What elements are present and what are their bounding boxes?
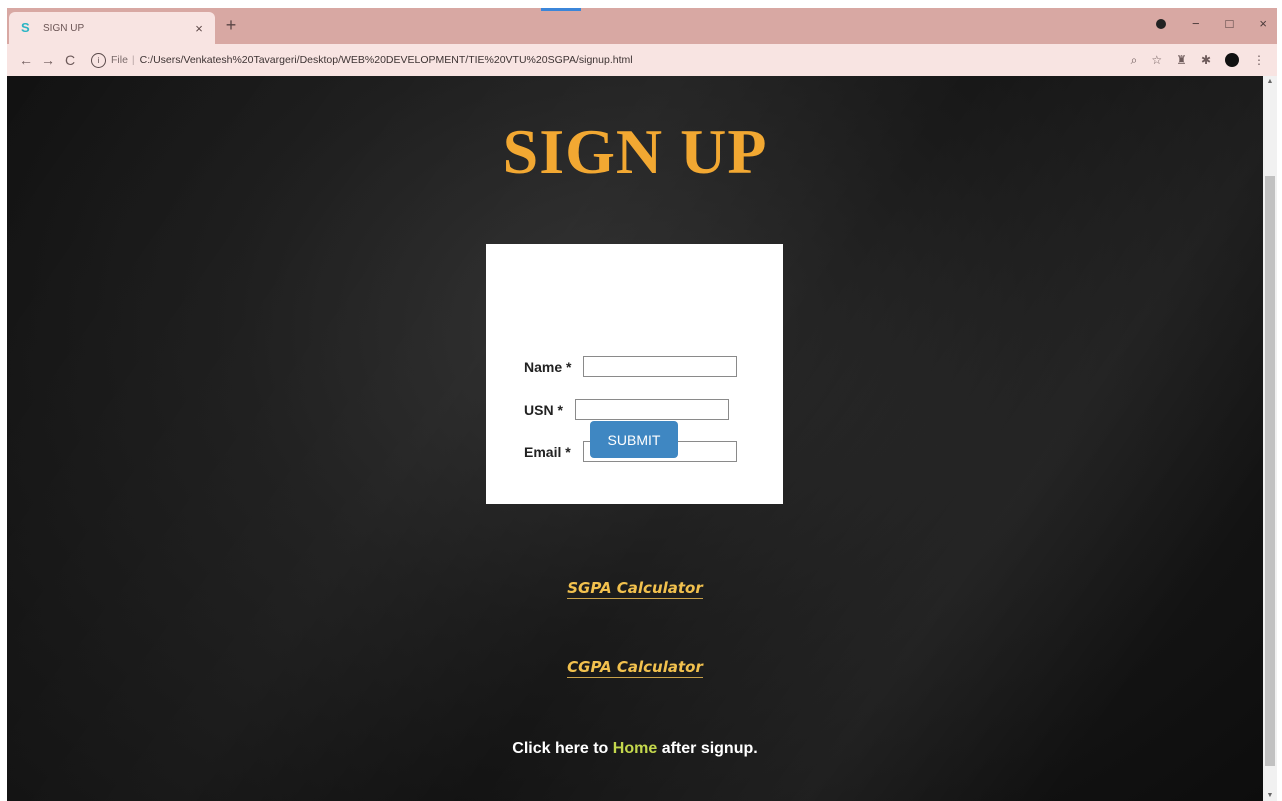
name-input[interactable] [583,356,738,377]
tab-close-icon[interactable]: × [189,21,209,36]
browser-window: S SIGN UP × + − □ × ← → C i File | C:/Us… [7,8,1277,801]
home-instruction: Click here to Home after signup. [7,740,1263,758]
reload-icon[interactable]: C [59,52,81,68]
page-viewport: SIGN UP Name * USN * Email * SUBMIT SGPA… [7,76,1263,801]
scroll-down-icon[interactable]: ▼ [1263,792,1277,799]
tab-strip-accent [541,8,581,11]
name-row: Name * [524,356,738,377]
forward-arrow-icon[interactable]: → [37,52,59,68]
minimize-button[interactable]: − [1192,16,1200,31]
toolbar-actions: ⌕ ☆ ♜ ✱ ⋮ [1131,53,1265,68]
more-icon[interactable]: ⋮ [1253,53,1265,67]
home-suffix: after signup. [661,740,758,757]
tab-strip: S SIGN UP × + − □ × [7,8,1277,44]
email-label: Email * [524,443,571,460]
sgpa-calculator-link[interactable]: SGPA Calculator [567,579,703,599]
star-icon[interactable]: ☆ [1151,53,1162,67]
back-arrow-icon[interactable]: ← [15,52,37,68]
submit-button[interactable]: SUBMIT [590,421,678,458]
address-bar[interactable]: i File | C:/Users/Venkatesh%20Tavargeri/… [91,49,1125,71]
tab-signup[interactable]: S SIGN UP × [9,12,215,44]
record-icon[interactable] [1155,18,1166,29]
new-tab-button[interactable]: + [221,15,241,36]
usn-row: USN * [524,399,729,420]
info-icon[interactable]: i [91,52,106,68]
browser-toolbar: ← → C i File | C:/Users/Venkatesh%20Tava… [7,44,1277,76]
cgpa-calculator-link-row: CGPA Calculator [7,658,1263,678]
url-separator: | [131,54,135,66]
usn-input[interactable] [574,399,729,420]
close-button[interactable]: × [1259,16,1267,31]
tab-title: SIGN UP [43,22,85,34]
scroll-up-icon[interactable]: ▲ [1263,78,1277,85]
zoom-icon[interactable]: ⌕ [1131,53,1138,68]
puzzle-icon[interactable]: ✱ [1201,53,1211,67]
home-link[interactable]: Home [613,740,657,757]
favicon-icon: S [21,20,30,35]
scrollbar-thumb[interactable] [1265,176,1275,766]
url-text: C:/Users/Venkatesh%20Tavargeri/Desktop/W… [139,54,633,66]
signup-form: Name * USN * Email * SUBMIT [486,244,783,504]
vertical-scrollbar[interactable]: ▲ ▼ [1263,76,1277,801]
window-controls: − □ × [1155,16,1267,31]
cgpa-calculator-link[interactable]: CGPA Calculator [567,658,703,678]
profile-avatar[interactable] [1225,53,1239,67]
name-label: Name * [524,358,572,375]
url-scheme: File [111,54,128,66]
usn-label: USN * [524,401,563,418]
home-prefix: Click here to [512,740,609,757]
extension-icon[interactable]: ♜ [1176,53,1187,67]
sgpa-calculator-link-row: SGPA Calculator [7,579,1263,599]
page-title: SIGN UP [502,116,768,187]
maximize-button[interactable]: □ [1226,16,1234,31]
